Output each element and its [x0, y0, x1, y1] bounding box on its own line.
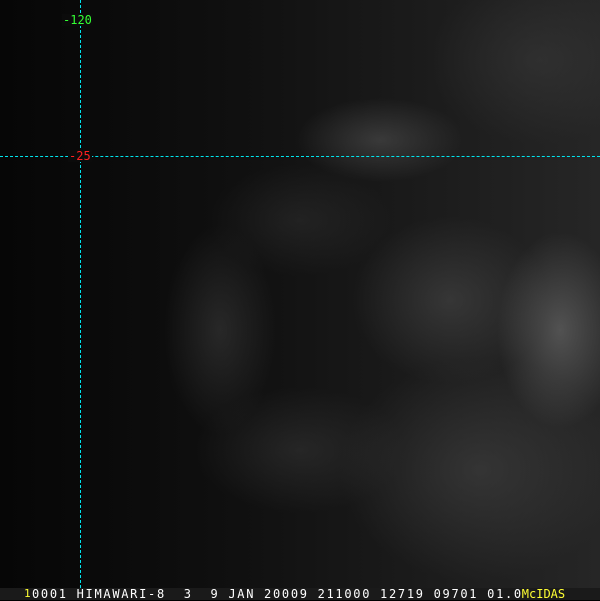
longitude-label: -120	[62, 13, 93, 27]
longitude-grid-line	[80, 0, 81, 588]
latitude-label: -25	[68, 149, 92, 163]
frame-number: 1	[24, 587, 31, 600]
satellite-image-viewer: -120 -25 1 0001 HIMAWARI-8 3 9 JAN 20009…	[0, 0, 600, 600]
image-info-text: 0001 HIMAWARI-8 3 9 JAN 20009 211000 127…	[32, 587, 532, 601]
status-bar: 1 0001 HIMAWARI-8 3 9 JAN 20009 211000 1…	[0, 588, 600, 600]
mcidas-brand: McIDAS	[521, 587, 566, 601]
satellite-imagery: -120 -25	[0, 0, 600, 588]
